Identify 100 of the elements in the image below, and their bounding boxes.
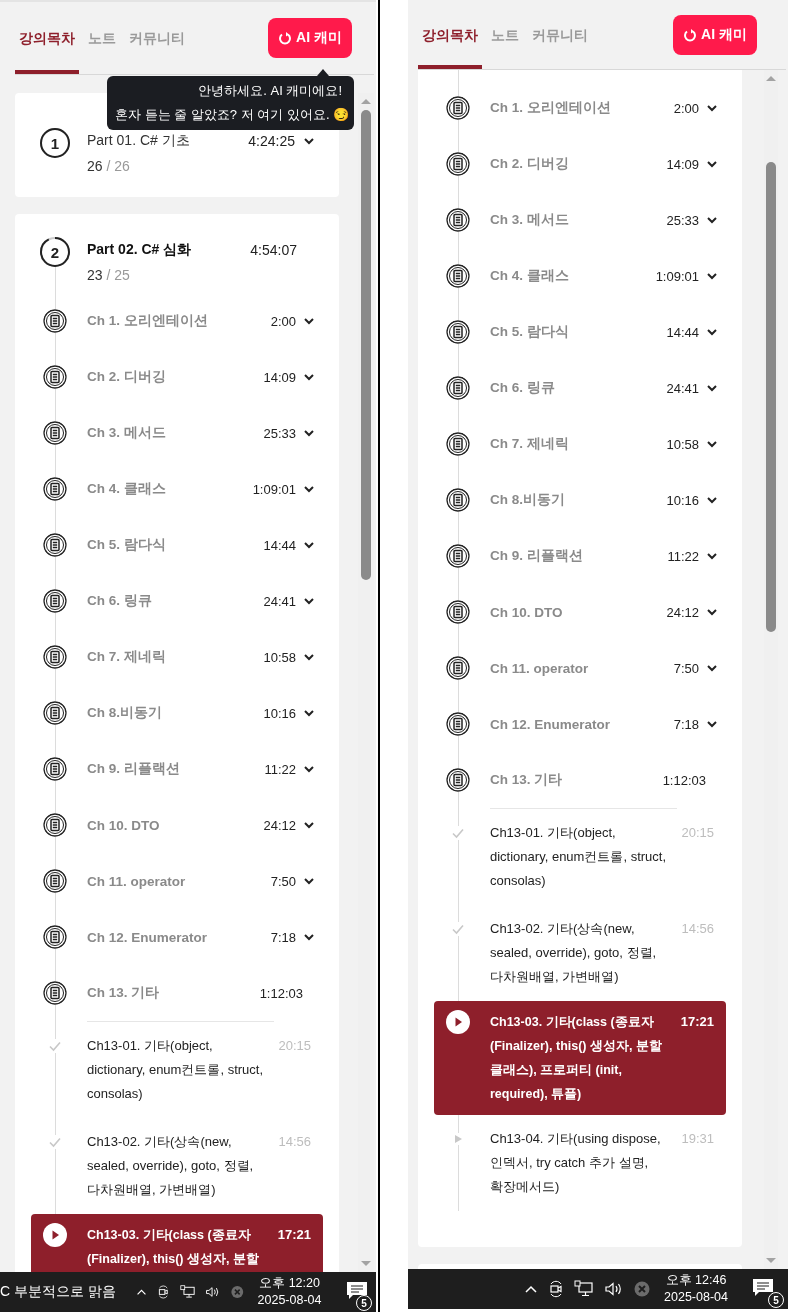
chevron-down-icon[interactable] (706, 550, 718, 562)
network-icon[interactable] (574, 1280, 595, 1298)
chevron-down-icon[interactable] (303, 371, 315, 383)
chapter-title[interactable]: Ch 8.비동기 (490, 491, 667, 509)
chevron-down-icon[interactable] (303, 819, 315, 831)
chevron-down-icon[interactable] (303, 875, 315, 887)
chapter-title[interactable]: Ch 6. 링큐 (87, 592, 264, 610)
chapter-title[interactable]: Ch 6. 링큐 (490, 379, 667, 397)
duration: 1:12:03 (259, 985, 303, 1001)
lesson-row[interactable]: Ch13-02. 기타(상속(new, sealed, override), goto, 정렬, 다차원배열, 가변배열) 14:56 (31, 1118, 323, 1214)
camera-icon[interactable] (548, 1280, 565, 1298)
chevron-down-icon[interactable] (706, 158, 718, 170)
duration: 17:21 (680, 1013, 714, 1031)
chapter-title[interactable]: Ch 9. 리플랙션 (490, 547, 668, 565)
chevron-down-icon[interactable] (303, 763, 315, 775)
document-icon (43, 869, 67, 893)
chapter-title[interactable]: Ch 13. 기타 (490, 771, 663, 789)
chevron-down-icon[interactable] (303, 595, 315, 607)
chapter-title[interactable]: Ch 9. 리플랙션 (87, 760, 265, 778)
tooltip-text: 안녕하세요. AI 캐미에요! (197, 82, 343, 100)
chevron-down-icon[interactable] (706, 214, 718, 226)
close-circle-icon[interactable] (634, 1281, 651, 1297)
chevron-down-icon[interactable] (303, 539, 315, 551)
weather-text[interactable]: C 부분적으로 맑음 (0, 1283, 116, 1301)
scroll-thumb[interactable] (766, 162, 776, 632)
chapter-title[interactable]: Ch 10. DTO (490, 604, 667, 620)
chevron-down-icon[interactable] (303, 135, 315, 147)
close-circle-icon[interactable] (230, 1284, 244, 1300)
duration: 1:09:01 (252, 481, 296, 497)
chapter-title[interactable]: Ch 2. 디버깅 (490, 155, 667, 173)
notification-icon[interactable] (345, 1281, 368, 1301)
lesson-row[interactable]: Ch13-04. 기타(using dispose, 인덱서, try catch 추가 설명, 확장메서드) 19:31 (434, 1115, 726, 1211)
lesson-title: Ch13-01. 기타(object, dictionary, enum컨트롤, struct, consolas) (87, 1037, 265, 1103)
chevron-down-icon[interactable] (706, 382, 718, 394)
chapter-title[interactable]: Ch 4. 클래스 (490, 267, 656, 285)
chapter-title[interactable]: Ch 3. 메서드 (87, 424, 264, 442)
progress-count: 23 / 25 (87, 267, 131, 283)
tab[interactable]: 커뮤니티 (125, 30, 189, 74)
chevron-down-icon[interactable] (303, 707, 315, 719)
notification-icon[interactable] (752, 1278, 774, 1298)
chapter-title[interactable]: Ch 7. 제네릭 (87, 648, 264, 666)
camera-icon[interactable] (156, 1283, 170, 1301)
tab[interactable]: 노트 (84, 30, 120, 74)
chevron-down-icon[interactable] (303, 931, 315, 943)
chapter-title[interactable]: Ch 12. Enumerator (490, 716, 674, 732)
duration: 11:22 (667, 548, 699, 564)
document-icon (43, 365, 67, 389)
chapter-title[interactable]: Ch 5. 람다식 (490, 323, 667, 341)
chapter-title[interactable]: Ch 11. operator (490, 660, 674, 676)
chapter-title[interactable]: Ch 10. DTO (87, 817, 264, 833)
tab[interactable]: 강의목차 (15, 30, 79, 74)
chevron-down-icon[interactable] (303, 651, 315, 663)
part-title[interactable]: Part 01. C# 기초 (87, 132, 249, 150)
tab[interactable]: 노트 (487, 27, 523, 69)
document-icon (43, 309, 67, 333)
lesson-row[interactable]: Ch13-01. 기타(object, dictionary, enum컨트롤, struct, consolas) 20:15 (31, 1022, 323, 1118)
chapter-title[interactable]: Ch 11. operator (87, 873, 271, 889)
chapter-title[interactable]: Ch 8.비동기 (87, 704, 264, 722)
chevron-down-icon[interactable] (706, 270, 718, 282)
lesson-row[interactable]: Ch13-03. 기타(class (종료자 (Finalizer), this() 생성자, 분할 17:21 (31, 1214, 323, 1272)
chevron-down-icon[interactable] (706, 326, 718, 338)
chevron-down-icon[interactable] (706, 494, 718, 506)
chapter-title[interactable]: Ch 5. 람다식 (87, 536, 264, 554)
duration: 11:22 (264, 761, 296, 777)
chapter-title[interactable]: Ch 1. 오리엔테이션 (87, 312, 271, 330)
lesson-row[interactable]: Ch13-01. 기타(object, dictionary, enum컨트롤, struct, consolas) 20:15 (434, 809, 726, 905)
chevron-down-icon[interactable] (706, 606, 718, 618)
chevron-down-icon[interactable] (303, 427, 315, 439)
document-icon (446, 208, 470, 232)
lesson-row[interactable]: Ch13-02. 기타(상속(new, sealed, override), goto, 정렬, 다차원배열, 가변배열) 14:56 (434, 905, 726, 1001)
chapter-title[interactable]: Ch 4. 클래스 (87, 480, 253, 498)
clock[interactable]: 오후 12:46 2025-08-04 (664, 1272, 728, 1306)
duration: 2:00 (270, 313, 296, 329)
clock[interactable]: 오후 12:20 2025-08-04 (257, 1275, 322, 1309)
chevron-down-icon[interactable] (706, 102, 718, 114)
duration: 4:54:07 (250, 242, 297, 258)
chapter-title[interactable]: Ch 1. 오리엔테이션 (490, 99, 674, 117)
lesson-row[interactable]: Ch13-03. 기타(class (종료자 (Finalizer), this() 생성자, 분할 클래스), 프로퍼티 (init, required), 튜플) 17:21 (434, 1001, 726, 1115)
chapter-title[interactable]: Ch 12. Enumerator (87, 929, 271, 945)
chapter-title[interactable]: Ch 2. 디버깅 (87, 368, 264, 386)
duration: 7:18 (270, 929, 296, 945)
chapter-title[interactable]: Ch 13. 기타 (87, 984, 260, 1002)
network-icon[interactable] (179, 1283, 196, 1301)
duration: 1:12:03 (662, 772, 706, 788)
ai-button[interactable]: AI 캐미 (268, 18, 352, 58)
document-icon (446, 544, 470, 568)
chevron-down-icon[interactable] (706, 662, 718, 674)
document-icon (43, 701, 67, 725)
ai-button[interactable]: AI 캐미 (673, 15, 757, 55)
chapter-title[interactable]: Ch 7. 제네릭 (490, 435, 667, 453)
chevron-down-icon[interactable] (303, 315, 315, 327)
part-title[interactable]: Part 02. C# 심화 (87, 241, 251, 259)
chevron-down-icon[interactable] (706, 718, 718, 730)
chapter-title[interactable]: Ch 3. 메서드 (490, 211, 667, 229)
chevron-down-icon[interactable] (303, 483, 315, 495)
scroll-thumb[interactable] (361, 110, 371, 580)
duration: 14:44 (666, 324, 699, 340)
duration: 24:41 (666, 380, 699, 396)
tab[interactable]: 커뮤니티 (528, 27, 592, 69)
chevron-down-icon[interactable] (706, 438, 718, 450)
